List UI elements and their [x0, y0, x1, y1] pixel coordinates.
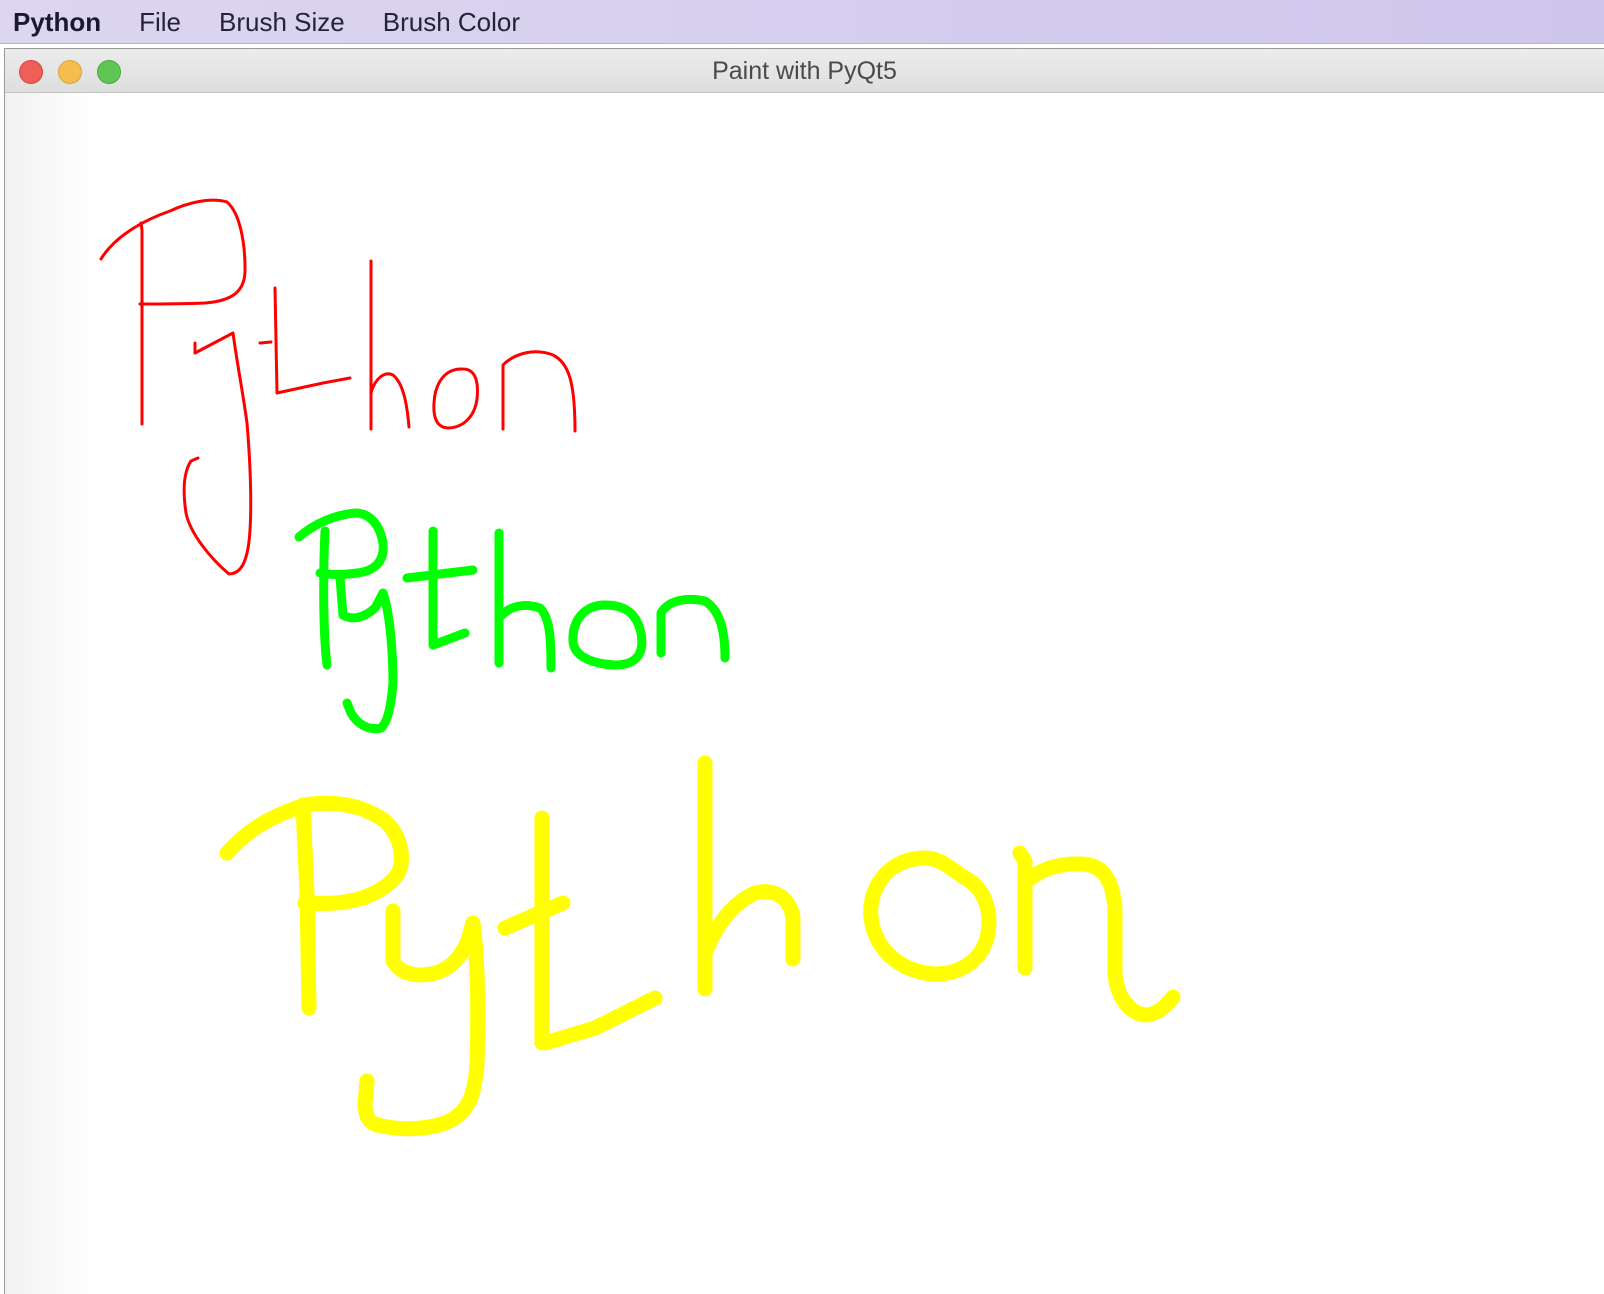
window-title: Paint with PyQt5 [712, 57, 897, 85]
paint-window: Paint with PyQt5 [4, 48, 1604, 1294]
menu-app-python[interactable]: Python [13, 0, 101, 44]
menu-brush-size[interactable]: Brush Size [219, 0, 345, 44]
menu-brush-color[interactable]: Brush Color [383, 0, 520, 44]
drawing-canvas[interactable] [5, 93, 1604, 1294]
title-bar[interactable]: Paint with PyQt5 [5, 49, 1604, 93]
menu-bar: Python File Brush Size Brush Color [0, 0, 1604, 44]
drawing-surface[interactable] [5, 93, 1604, 1294]
yellow-python-stroke [219, 755, 1181, 1137]
green-python-stroke [294, 508, 730, 734]
menu-file[interactable]: File [139, 0, 181, 44]
